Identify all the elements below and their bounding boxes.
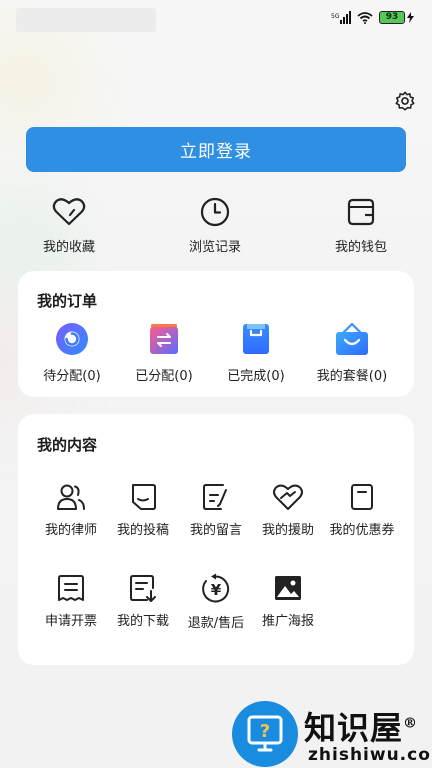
content-label: 申请开票 <box>44 614 97 629</box>
heart-icon <box>52 198 86 226</box>
order-label: 已分配(0) <box>135 369 193 384</box>
signal-icon: 5G <box>331 11 351 24</box>
content-submission[interactable]: 我的投稿 <box>103 482 183 538</box>
aid-icon <box>273 484 303 510</box>
clock-icon <box>200 197 230 227</box>
submission-icon <box>132 484 156 510</box>
content-lawyer[interactable]: 我的律师 <box>31 482 111 538</box>
content-aid[interactable]: 我的援助 <box>248 482 328 538</box>
watermark-domain: zhishiwu.com <box>308 745 432 765</box>
signal-label: 5G <box>331 13 340 20</box>
watermark-text: 知识屋® <box>304 703 418 749</box>
wifi-icon <box>357 11 373 24</box>
content-label: 我的下载 <box>116 614 169 629</box>
lawyer-icon <box>57 484 85 510</box>
charging-icon <box>407 12 414 23</box>
content-label: 我的优惠券 <box>329 523 395 538</box>
wallet-icon <box>347 198 375 226</box>
content-refund[interactable]: ¥ 退款/售后 <box>176 573 256 631</box>
assigned-icon <box>150 324 178 354</box>
quick-link-label: 我的钱包 <box>334 240 387 255</box>
order-pending-assign[interactable]: 待分配(0) <box>27 321 117 384</box>
watermark-registered: ® <box>403 715 419 732</box>
orders-title: 我的订单 <box>37 292 98 310</box>
content-label: 我的投稿 <box>116 523 169 538</box>
login-button[interactable]: 立即登录 <box>26 127 406 172</box>
status-bar-indicators: 5G 93 <box>331 11 414 24</box>
quick-link-label: 浏览记录 <box>188 240 241 255</box>
svg-text:¥: ¥ <box>211 581 222 599</box>
order-label: 待分配(0) <box>43 369 101 384</box>
orders-card: 我的订单 待分配(0) 已分配(0) 已完成(0) 我的套餐(0) <box>18 271 414 397</box>
quick-link-history[interactable]: 浏览记录 <box>170 196 260 255</box>
order-assigned[interactable]: 已分配(0) <box>119 321 209 384</box>
coupon-icon <box>351 484 373 510</box>
quick-link-label: 我的收藏 <box>42 240 95 255</box>
gear-icon[interactable] <box>394 90 416 112</box>
content-label: 我的留言 <box>189 523 242 538</box>
package-icon <box>336 322 368 355</box>
poster-icon <box>275 576 301 600</box>
order-label: 已完成(0) <box>227 369 285 384</box>
quick-link-favorites[interactable]: 我的收藏 <box>24 196 114 255</box>
content-download[interactable]: 我的下载 <box>103 573 183 629</box>
content-label: 推广海报 <box>261 614 314 629</box>
order-package[interactable]: 我的套餐(0) <box>307 321 397 384</box>
message-icon <box>203 484 227 510</box>
monitor-question-icon: ? <box>247 715 283 752</box>
content-label: 我的援助 <box>261 523 314 538</box>
watermark-logo: ? 知识屋® zhishiwu.com <box>232 699 432 768</box>
watermark-title: 知识屋 <box>304 709 404 747</box>
battery-level: 93 <box>379 11 405 24</box>
content-label: 我的律师 <box>44 523 97 538</box>
svg-text:?: ? <box>260 721 270 742</box>
refund-icon: ¥ <box>202 573 230 603</box>
content-message[interactable]: 我的留言 <box>176 482 256 538</box>
status-bar: 5G 93 <box>0 0 432 40</box>
order-label: 我的套餐(0) <box>316 369 388 384</box>
background-blur-yellow <box>0 40 70 110</box>
invoice-icon <box>58 575 84 601</box>
pending-assign-icon <box>56 323 88 355</box>
content-poster[interactable]: 推广海报 <box>248 573 328 629</box>
battery-indicator: 93 <box>379 11 414 24</box>
content-title: 我的内容 <box>37 436 98 454</box>
content-label: 退款/售后 <box>187 616 245 631</box>
quick-link-wallet[interactable]: 我的钱包 <box>316 196 406 255</box>
order-completed[interactable]: 已完成(0) <box>211 321 301 384</box>
content-card: 我的内容 我的律师 我的投稿 我的留言 我的援助 我的优惠券 申请开票 我的下载… <box>18 414 414 665</box>
download-icon <box>130 575 156 602</box>
completed-icon <box>243 324 269 354</box>
content-invoice[interactable]: 申请开票 <box>31 573 111 629</box>
watermark-badge: ? <box>232 701 298 767</box>
content-coupon[interactable]: 我的优惠券 <box>320 482 404 538</box>
status-bar-time-placeholder <box>16 8 156 32</box>
